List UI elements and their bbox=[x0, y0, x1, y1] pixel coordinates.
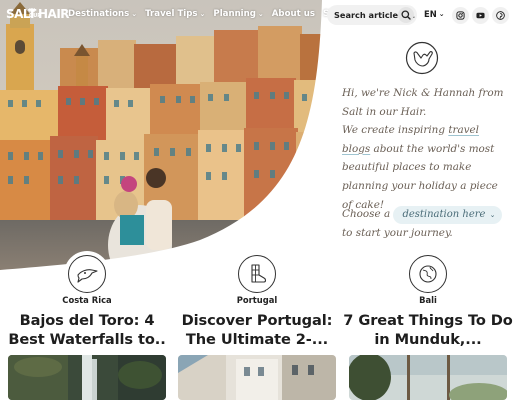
card-badge bbox=[234, 251, 280, 297]
article-card[interactable]: Portugal Discover Portugal: The Ultimate… bbox=[172, 0, 342, 400]
tiled-boot-icon bbox=[238, 255, 276, 293]
card-location: Portugal bbox=[236, 295, 278, 305]
card-title[interactable]: Discover Portugal: The Ultimate 2-... bbox=[172, 311, 342, 349]
card-title[interactable]: Bajos del Toro: 4 Best Waterfalls to.. bbox=[2, 311, 172, 349]
card-image[interactable] bbox=[349, 355, 507, 400]
card-image[interactable] bbox=[8, 355, 166, 400]
article-card[interactable]: Costa Rica Bajos del Toro: 4 Best Waterf… bbox=[2, 0, 172, 400]
toucan-icon bbox=[68, 255, 106, 293]
card-title[interactable]: 7 Great Things To Do in Munduk,... bbox=[343, 311, 513, 349]
card-image[interactable] bbox=[178, 355, 336, 400]
card-location: Costa Rica bbox=[62, 295, 112, 305]
card-location: Bali bbox=[419, 295, 437, 305]
article-card[interactable]: Bali 7 Great Things To Do in Munduk,... bbox=[343, 0, 513, 400]
card-badge bbox=[405, 251, 451, 297]
globe-leaf-icon bbox=[409, 255, 447, 293]
card-badge bbox=[64, 251, 110, 297]
